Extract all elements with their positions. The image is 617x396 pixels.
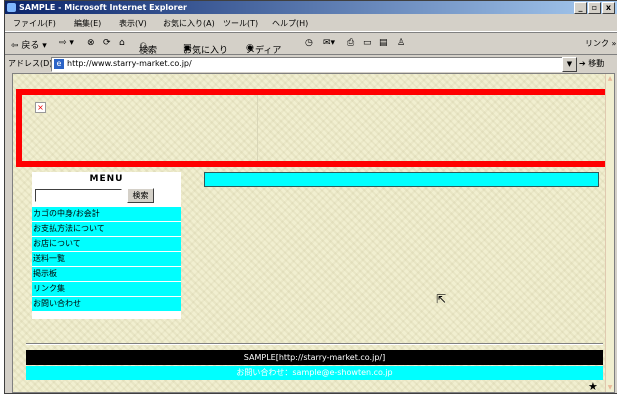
page-content: × MENU 検索 カゴの中身/お会計 お支払方法について お店について 送料一… bbox=[12, 73, 615, 393]
stop-icon[interactable]: ⊗ bbox=[87, 38, 95, 48]
menu-item-links[interactable]: リンク集 bbox=[32, 281, 181, 296]
menu-item-payment[interactable]: お支払方法について bbox=[32, 221, 181, 236]
home-icon[interactable]: ⌂ bbox=[119, 38, 125, 48]
address-input[interactable]: e http://www.starry-market.co.jp/ bbox=[51, 57, 563, 72]
menu-item-contact[interactable]: お問い合わせ bbox=[32, 296, 181, 311]
side-menu: MENU 検索 カゴの中身/お会計 お支払方法について お店について 送料一覧 … bbox=[32, 172, 181, 319]
content-heading-bar bbox=[204, 172, 599, 187]
footer-divider bbox=[26, 343, 603, 345]
close-button[interactable]: x bbox=[602, 2, 615, 14]
menu-item-shipping[interactable]: 送料一覧 bbox=[32, 251, 181, 266]
mail-icon[interactable]: ✉▾ bbox=[323, 38, 335, 48]
minimize-button[interactable]: _ bbox=[574, 2, 587, 14]
header-banner: × bbox=[16, 89, 613, 167]
menu-tools[interactable]: ツール(T) bbox=[223, 18, 258, 29]
refresh-icon[interactable]: ⟳ bbox=[103, 38, 111, 48]
back-button[interactable]: ⇦ 戻る ▾ bbox=[11, 38, 47, 51]
address-bar: アドレス(D) e http://www.starry-market.co.jp… bbox=[5, 54, 617, 73]
menu-help[interactable]: ヘルプ(H) bbox=[272, 18, 308, 29]
menu-item-about-shop[interactable]: お店について bbox=[32, 236, 181, 251]
star-icon: ★ bbox=[588, 380, 598, 393]
menu-view[interactable]: 表示(V) bbox=[119, 18, 147, 29]
address-dropdown-button[interactable]: ▼ bbox=[562, 57, 577, 72]
maximize-button[interactable]: ▫ bbox=[588, 2, 601, 14]
address-url: http://www.starry-market.co.jp/ bbox=[67, 59, 192, 68]
messenger-icon[interactable]: ♙ bbox=[397, 38, 405, 48]
ie-icon bbox=[7, 3, 16, 12]
page-icon: e bbox=[54, 59, 64, 69]
title-bar[interactable]: SAMPLE - Microsoft Internet Explorer _ ▫… bbox=[5, 1, 617, 14]
footer-site-bar: SAMPLE[http://starry-market.co.jp/] bbox=[26, 350, 603, 365]
links-button[interactable]: リンク » bbox=[585, 38, 616, 49]
address-label: アドレス(D) bbox=[8, 59, 53, 68]
menu-favorites[interactable]: お気に入り(A) bbox=[163, 18, 215, 29]
go-label: 移動 bbox=[588, 59, 605, 68]
window-controls: _ ▫ x bbox=[574, 2, 615, 14]
banner-divider bbox=[257, 95, 258, 161]
history-icon[interactable]: ◷ bbox=[305, 38, 313, 48]
menu-bar: ファイル(F) 編集(E) 表示(V) お気に入り(A) ツール(T) ヘルプ(… bbox=[5, 15, 617, 32]
print-icon[interactable]: ⎙ bbox=[347, 38, 354, 48]
menu-item-cart[interactable]: カゴの中身/お会計 bbox=[32, 206, 181, 221]
menu-list: カゴの中身/お会計 お支払方法について お店について 送料一覧 掲示板 リンク集… bbox=[32, 206, 181, 311]
footer-contact-text[interactable]: お問い合わせ：sample@e-showten.co.jp bbox=[236, 368, 392, 377]
toolbar: ⇦ 戻る ▾ ⇨ ▾ ⊗ ⟳ ⌂ 🔍︎ 検索 ▣ お気に入り ◉ メディア ◷ … bbox=[5, 32, 617, 56]
scroll-down-arrow-icon[interactable]: ▼ bbox=[607, 384, 613, 391]
menu-file[interactable]: ファイル(F) bbox=[13, 18, 56, 29]
menu-bottom-spacer bbox=[32, 311, 181, 319]
go-button[interactable]: ➔ 移動 bbox=[579, 58, 604, 69]
search-submit-button[interactable]: 検索 bbox=[127, 188, 154, 203]
search-input[interactable] bbox=[35, 189, 122, 202]
broken-image-icon: × bbox=[35, 102, 46, 113]
vertical-scrollbar[interactable]: ▲ ▼ bbox=[605, 74, 614, 392]
discuss-icon[interactable]: ▤ bbox=[379, 38, 388, 48]
menu-title: MENU bbox=[89, 174, 124, 184]
scroll-up-arrow-icon[interactable]: ▲ bbox=[607, 75, 613, 82]
menu-edit[interactable]: 編集(E) bbox=[74, 18, 101, 29]
go-arrow-icon: ➔ bbox=[579, 59, 586, 68]
search-row: 検索 bbox=[32, 187, 181, 205]
menu-item-bbs[interactable]: 掲示板 bbox=[32, 266, 181, 281]
window-title: SAMPLE - Microsoft Internet Explorer bbox=[19, 3, 187, 12]
forward-button[interactable]: ⇨ ▾ bbox=[59, 38, 74, 48]
browser-window: SAMPLE - Microsoft Internet Explorer _ ▫… bbox=[4, 0, 617, 394]
footer-contact-bar: お問い合わせ：sample@e-showten.co.jp bbox=[26, 366, 603, 380]
mouse-cursor-icon: ⇱ bbox=[436, 292, 447, 306]
edit-icon[interactable]: ▭ bbox=[363, 38, 372, 48]
